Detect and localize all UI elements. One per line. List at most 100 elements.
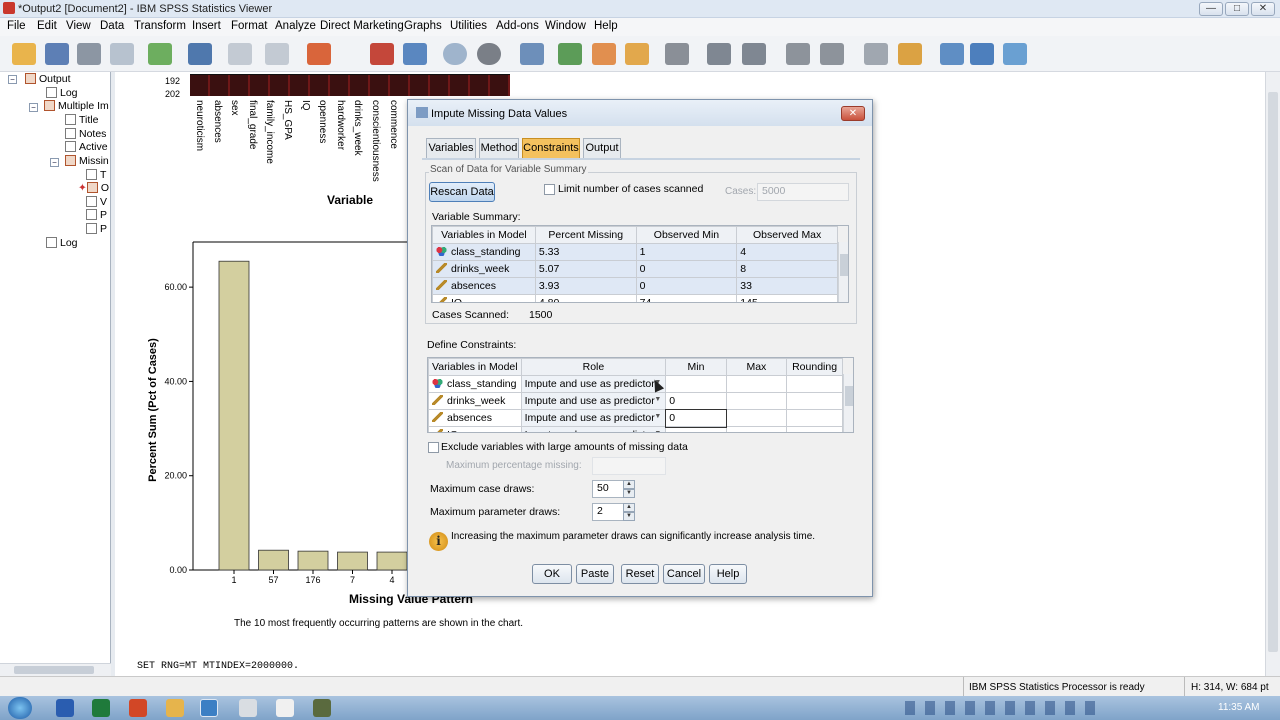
camtasia-taskbar-icon[interactable]	[313, 699, 331, 717]
menu-view[interactable]: View	[66, 20, 91, 32]
role-dropdown[interactable]: Impute and use as predictor▼	[520, 375, 667, 393]
summary-row[interactable]: IQ 4.80 74 145	[432, 294, 838, 302]
recall-dialog-icon[interactable]	[188, 43, 212, 65]
print-icon[interactable]	[77, 43, 101, 65]
chevron-down-icon[interactable]: ▼	[654, 430, 661, 432]
maximize-button[interactable]: □	[1225, 2, 1249, 16]
max-param-draws-spinner[interactable]: ▲ ▼	[623, 503, 635, 521]
show-icon[interactable]	[864, 43, 888, 65]
spin-down-icon[interactable]: ▼	[623, 512, 635, 521]
constraint-cell-rounding[interactable]	[786, 375, 843, 393]
insert-heading-icon[interactable]	[940, 43, 964, 65]
tree-item-p2[interactable]: P	[86, 222, 107, 235]
summary-scrollbar[interactable]	[838, 242, 848, 302]
word-taskbar-icon[interactable]	[56, 699, 74, 717]
constraint-row[interactable]: drinks_week Impute and use as predictor ▼ 0	[428, 392, 843, 410]
exclude-variables-checkbox[interactable]	[428, 442, 439, 453]
tab-output[interactable]: Output	[583, 138, 621, 158]
variables-icon[interactable]	[403, 43, 427, 65]
weight-cases-icon[interactable]	[477, 43, 501, 65]
collapse-output-icon[interactable]: −	[8, 75, 17, 84]
constraint-cell-rounding[interactable]	[786, 409, 843, 427]
tree-item-log[interactable]: Log	[46, 86, 78, 99]
summary-row[interactable]: absences 3.93 0 33	[432, 277, 838, 295]
expand-icon[interactable]	[786, 43, 810, 65]
split-file-icon[interactable]	[520, 43, 544, 65]
content-vertical-scrollbar[interactable]	[1265, 72, 1280, 676]
spin-down-icon[interactable]: ▼	[623, 489, 635, 498]
gmail-taskbar-icon[interactable]	[276, 699, 294, 717]
goto-case-icon[interactable]	[370, 43, 394, 65]
menu-add-ons[interactable]: Add-ons	[496, 20, 539, 32]
open-icon[interactable]	[12, 43, 36, 65]
limit-cases-checkbox[interactable]	[544, 184, 555, 195]
summary-scroll-thumb[interactable]	[840, 254, 848, 276]
insert-output-icon[interactable]	[665, 43, 689, 65]
designate-window-icon[interactable]	[592, 43, 616, 65]
cancel-button[interactable]: Cancel	[663, 564, 705, 584]
constraint-cell-min[interactable]: 0	[664, 408, 728, 428]
start-button-icon[interactable]	[8, 697, 32, 719]
insert-title-icon[interactable]	[970, 43, 994, 65]
cases-input[interactable]: 5000	[757, 183, 849, 201]
hide-icon[interactable]	[898, 43, 922, 65]
constraint-cell-max[interactable]	[725, 409, 788, 427]
tab-variables[interactable]: Variables	[426, 138, 476, 158]
constraint-cell-max[interactable]	[725, 426, 788, 432]
spss-taskbar-icon[interactable]	[239, 699, 257, 717]
constraint-cell-min[interactable]: 0	[665, 392, 727, 410]
next-icon[interactable]	[742, 43, 766, 65]
tree-item-active[interactable]: Active	[65, 140, 108, 153]
previous-icon[interactable]	[707, 43, 731, 65]
dialog-close-button[interactable]: ✕	[841, 106, 865, 121]
constraint-cell-max[interactable]	[725, 375, 788, 393]
undo-icon[interactable]	[228, 43, 252, 65]
redo-icon[interactable]	[265, 43, 289, 65]
tree-item-missing[interactable]: Missin	[65, 154, 109, 167]
menu-data[interactable]: Data	[100, 20, 124, 32]
menu-edit[interactable]: Edit	[37, 20, 57, 32]
run-script-icon[interactable]	[625, 43, 649, 65]
menu-transform[interactable]: Transform	[134, 20, 186, 32]
system-tray-icons[interactable]	[905, 701, 1105, 715]
collapse-missing-icon[interactable]: −	[50, 158, 59, 167]
role-dropdown[interactable]: Impute and use as predictor▼	[520, 409, 667, 427]
collapse-multiple-icon[interactable]: −	[29, 103, 38, 112]
role-dropdown[interactable]: Impute and use as predictor▼	[520, 392, 667, 410]
menu-analyze[interactable]: Analyze	[275, 20, 316, 32]
paste-button[interactable]: Paste	[576, 564, 614, 584]
constraint-cell-min[interactable]	[665, 426, 727, 432]
constraint-row[interactable]: absences Impute and use as predictor ▼ 0	[428, 408, 843, 428]
menu-help[interactable]: Help	[594, 20, 618, 32]
menu-graphs[interactable]: Graphs	[404, 20, 442, 32]
excel-taskbar-icon[interactable]	[92, 699, 110, 717]
print-preview-icon[interactable]	[110, 43, 134, 65]
tree-item-output[interactable]: Output	[25, 72, 71, 85]
minimize-button[interactable]: —	[1199, 2, 1223, 16]
menu-insert[interactable]: Insert	[192, 20, 221, 32]
collapse-icon[interactable]	[820, 43, 844, 65]
max-percentage-input[interactable]	[592, 457, 666, 475]
menu-direct-marketing[interactable]: Direct Marketing	[320, 20, 404, 32]
ie-taskbar-icon[interactable]	[200, 699, 218, 717]
close-button[interactable]: ✕	[1251, 2, 1275, 16]
spin-up-icon[interactable]: ▲	[623, 480, 635, 489]
summary-row[interactable]: class_standing 5.33 1 4	[432, 243, 838, 261]
chevron-down-icon[interactable]: ▼	[654, 413, 661, 420]
max-case-draws-input[interactable]: 50	[592, 480, 624, 498]
constraints-scroll-thumb[interactable]	[845, 386, 853, 406]
role-dropdown[interactable]: Impute and use as predictor▼	[520, 426, 667, 432]
tree-item-multiple-imputation[interactable]: Multiple Im	[44, 99, 109, 112]
export-icon[interactable]	[148, 43, 172, 65]
tab-method[interactable]: Method	[479, 138, 519, 158]
select-cases-icon[interactable]	[443, 43, 467, 65]
rescan-data-button[interactable]: Rescan Data	[429, 182, 495, 202]
max-case-draws-spinner[interactable]: ▲ ▼	[623, 480, 635, 498]
menu-format[interactable]: Format	[231, 20, 267, 32]
tree-item-o[interactable]: ✦ O	[78, 181, 109, 194]
constraint-cell-min[interactable]	[665, 375, 727, 393]
powerpoint-taskbar-icon[interactable]	[129, 699, 147, 717]
content-scroll-thumb[interactable]	[1268, 92, 1278, 652]
tree-item-title[interactable]: Title	[65, 113, 98, 126]
insert-text-icon[interactable]	[1003, 43, 1027, 65]
